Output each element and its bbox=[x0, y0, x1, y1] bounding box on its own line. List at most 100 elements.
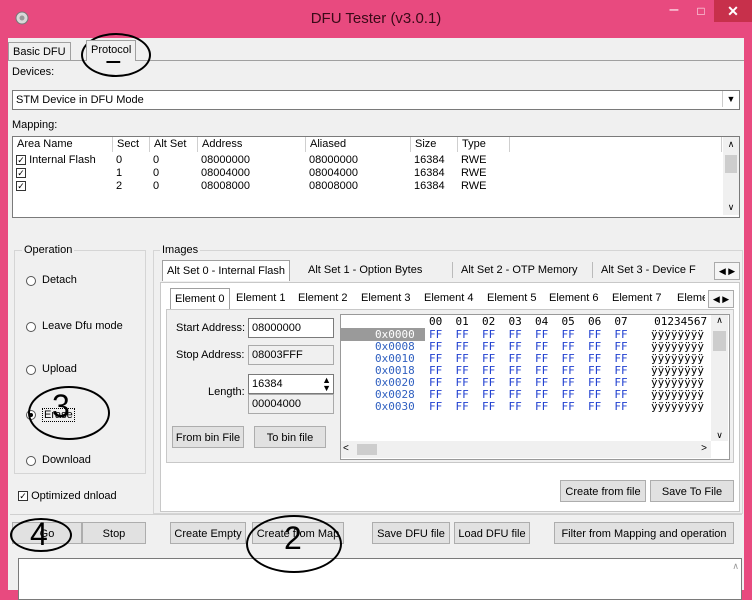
chevron-right-icon[interactable]: > bbox=[701, 443, 707, 454]
images-title: Images bbox=[160, 244, 201, 256]
tab-basic-dfu[interactable]: Basic DFU bbox=[8, 42, 71, 61]
radio-detach-label[interactable]: Detach bbox=[42, 274, 77, 286]
devices-label: Devices: bbox=[12, 66, 55, 78]
tab-element-6[interactable]: Element 6 bbox=[549, 292, 599, 304]
size-cell: 16384 bbox=[414, 153, 445, 166]
radio-leave-dfu-label[interactable]: Leave Dfu mode bbox=[42, 320, 123, 332]
tab-element-0[interactable]: Element 0 bbox=[170, 288, 230, 309]
load-dfu-file-button[interactable]: Load DFU file bbox=[454, 522, 530, 544]
tab-alt-set-0[interactable]: Alt Set 0 - Internal Flash bbox=[162, 260, 290, 281]
column-header-aliased[interactable]: Aliased bbox=[306, 137, 411, 152]
maximize-button[interactable]: □ bbox=[688, 0, 714, 22]
tab-alt-set-2[interactable]: Alt Set 2 - OTP Memory bbox=[461, 264, 578, 276]
chevron-left-icon[interactable]: < bbox=[343, 443, 349, 454]
chevron-down-icon[interactable]: ∨ bbox=[723, 202, 739, 213]
save-dfu-file-button[interactable]: Save DFU file bbox=[372, 522, 450, 544]
stop-address-value: 08003FFF bbox=[252, 349, 303, 361]
radio-upload-label[interactable]: Upload bbox=[42, 363, 77, 375]
to-bin-file-button[interactable]: To bin file bbox=[254, 426, 326, 448]
tab-element-1[interactable]: Element 1 bbox=[236, 292, 286, 304]
scrollbar-thumb[interactable] bbox=[725, 155, 737, 173]
table-row[interactable]: ✓ Internal Flash 0 0 08000000 08000000 1… bbox=[13, 153, 510, 166]
hex-vertical-scrollbar[interactable]: ∧ ∨ bbox=[711, 315, 728, 441]
tab-element-7[interactable]: Element 7 bbox=[612, 292, 662, 304]
chevron-down-icon[interactable]: ∨ bbox=[711, 430, 728, 441]
length-label: Length: bbox=[208, 386, 245, 398]
column-header-blank bbox=[510, 137, 722, 152]
radio-leave-dfu[interactable] bbox=[26, 322, 36, 332]
hex-header: 00 01 02 03 04 05 06 07 01234567 bbox=[429, 315, 708, 328]
tab-alt-set-1[interactable]: Alt Set 1 - Option Bytes bbox=[308, 264, 422, 276]
log-output[interactable]: ∧ bbox=[18, 558, 742, 600]
element-tab-scroll-arrows[interactable]: ◀ ▶ bbox=[708, 290, 734, 308]
hex-ascii: ÿÿÿÿÿÿÿÿ bbox=[651, 400, 704, 413]
tab-element-8[interactable]: Eleme bbox=[677, 292, 705, 304]
table-row[interactable]: ✓ 2 0 08008000 08008000 16384 RWE bbox=[13, 179, 510, 192]
from-bin-file-button[interactable]: From bin File bbox=[172, 426, 244, 448]
spin-arrows-icon[interactable]: ▲ ▼ bbox=[322, 376, 331, 393]
scrollbar-thumb[interactable] bbox=[713, 331, 726, 351]
chevron-up-icon[interactable]: ∧ bbox=[723, 139, 739, 150]
chevron-up-icon[interactable]: ∧ bbox=[711, 315, 728, 326]
type-cell: RWE bbox=[461, 153, 487, 166]
annotation-number-4: 4 bbox=[30, 516, 48, 552]
stop-button[interactable]: Stop bbox=[82, 522, 146, 544]
type-cell: RWE bbox=[461, 179, 487, 192]
radio-download-label[interactable]: Download bbox=[42, 454, 91, 466]
create-empty-button[interactable]: Create Empty bbox=[170, 522, 246, 544]
hex-bytes[interactable]: FF FF FF FF FF FF FF FF bbox=[429, 401, 628, 413]
annotation-number-3: 3 bbox=[52, 388, 70, 424]
devices-dropdown[interactable]: STM Device in DFU Mode ▼ bbox=[12, 90, 740, 110]
stop-address-label: Stop Address: bbox=[176, 349, 245, 361]
column-header-alt-set[interactable]: Alt Set bbox=[150, 137, 198, 152]
row-checkbox[interactable]: ✓ bbox=[16, 154, 26, 165]
chevron-up-icon[interactable]: ∧ bbox=[732, 561, 739, 572]
area-name-cell: Internal Flash bbox=[29, 153, 96, 166]
radio-download[interactable] bbox=[26, 456, 36, 466]
tab-protocol[interactable]: Protocol bbox=[86, 40, 137, 61]
optimized-dnload-checkbox[interactable]: ✓ Optimized dnload bbox=[18, 490, 117, 502]
devices-selected: STM Device in DFU Mode bbox=[16, 94, 144, 106]
row-checkbox[interactable]: ✓ bbox=[16, 180, 26, 191]
start-address-field[interactable]: 08000000 bbox=[248, 318, 334, 338]
address-cell: 08004000 bbox=[201, 166, 250, 179]
radio-upload[interactable] bbox=[26, 365, 36, 375]
column-header-type[interactable]: Type bbox=[458, 137, 510, 152]
annotation-number-2: 2 bbox=[284, 520, 302, 556]
hex-view[interactable]: 00 01 02 03 04 05 06 07 01234567 0x0000 … bbox=[340, 314, 730, 460]
radio-detach[interactable] bbox=[26, 276, 36, 286]
scrollbar-thumb[interactable] bbox=[357, 444, 377, 455]
alt-set-cell: 0 bbox=[153, 179, 160, 192]
alt-set-cell: 0 bbox=[153, 166, 160, 179]
sect-cell: 1 bbox=[116, 166, 123, 179]
tab-scroll-arrows[interactable]: ◀ ▶ bbox=[714, 262, 740, 280]
tab-element-2[interactable]: Element 2 bbox=[298, 292, 348, 304]
checkbox-check-icon[interactable]: ✓ bbox=[18, 491, 28, 502]
row-checkbox[interactable]: ✓ bbox=[16, 167, 26, 178]
column-header-address[interactable]: Address bbox=[198, 137, 306, 152]
optimized-dnload-label: Optimized dnload bbox=[31, 490, 117, 502]
start-address-value: 08000000 bbox=[252, 322, 301, 334]
mapping-scrollbar[interactable]: ∧ ∨ bbox=[723, 137, 739, 215]
operation-title: Operation bbox=[22, 244, 75, 256]
aliased-cell: 08004000 bbox=[309, 166, 358, 179]
tab-element-5[interactable]: Element 5 bbox=[487, 292, 537, 304]
column-header-area-name[interactable]: Area Name bbox=[13, 137, 113, 152]
column-header-sect[interactable]: Sect bbox=[113, 137, 150, 152]
tab-alt-set-3[interactable]: Alt Set 3 - Device F bbox=[601, 264, 696, 276]
close-button[interactable]: ✕ bbox=[714, 0, 752, 22]
column-header-size[interactable]: Size bbox=[411, 137, 458, 152]
hex-horizontal-scrollbar[interactable]: < > bbox=[341, 441, 711, 458]
chevron-down-icon[interactable]: ▼ bbox=[722, 91, 739, 107]
create-from-file-button[interactable]: Create from file bbox=[560, 480, 646, 502]
toolbar-divider bbox=[10, 514, 742, 515]
save-to-file-button[interactable]: Save To File bbox=[650, 480, 734, 502]
tab-element-4[interactable]: Element 4 bbox=[424, 292, 474, 304]
table-row[interactable]: ✓ 1 0 08004000 08004000 16384 RWE bbox=[13, 166, 510, 179]
mapping-list[interactable]: Area Name Sect Alt Set Address Aliased S… bbox=[12, 136, 740, 218]
length-stepper[interactable]: 16384 ▲ ▼ bbox=[248, 374, 334, 394]
tab-element-3[interactable]: Element 3 bbox=[361, 292, 411, 304]
minimize-button[interactable]: – bbox=[660, 0, 688, 22]
alt-set-cell: 0 bbox=[153, 153, 160, 166]
filter-button[interactable]: Filter from Mapping and operation bbox=[554, 522, 734, 544]
